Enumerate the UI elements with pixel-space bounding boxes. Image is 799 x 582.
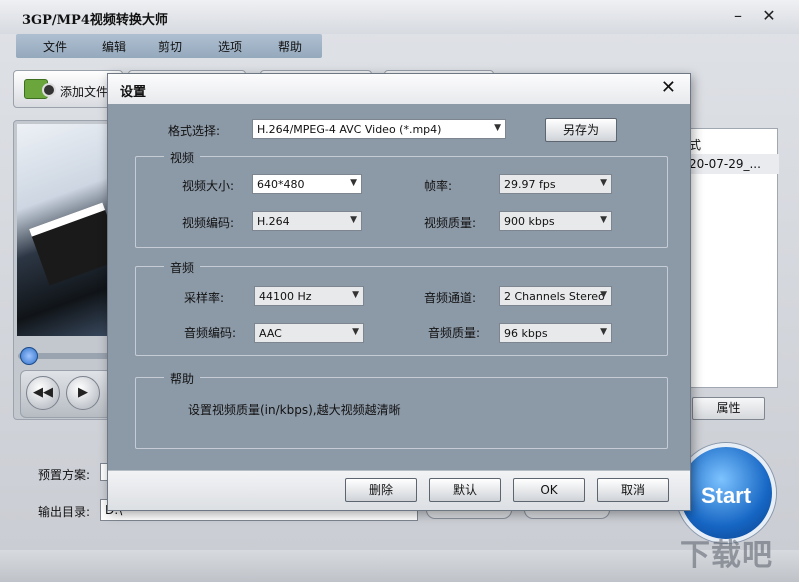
video-group: 视频 [135, 149, 668, 248]
audio-quality-value: 96 kbps [504, 327, 548, 340]
chevron-down-icon: ▼ [352, 290, 359, 300]
video-size-select[interactable]: 640*480 ▼ [252, 174, 362, 194]
dialog-title: 设置 [120, 85, 147, 100]
dialog-close-icon[interactable]: ✕ [661, 78, 676, 98]
watermark: 下载吧 [680, 538, 773, 573]
video-codec-value: H.264 [257, 215, 290, 228]
minimize-button[interactable]: – [728, 6, 748, 26]
seek-slider-thumb[interactable] [20, 347, 38, 365]
video-size-label: 视频大小: [182, 179, 235, 193]
format-label: 格式选择: [168, 124, 221, 138]
menu-file[interactable]: 文件 [43, 38, 67, 55]
start-button[interactable]: Start [676, 443, 776, 543]
audio-quality-label: 音频质量: [428, 326, 481, 340]
delete-button[interactable]: 删除 [345, 478, 417, 502]
video-quality-label: 视频质量: [424, 216, 477, 230]
audio-codec-value: AAC [259, 327, 282, 340]
cancel-button[interactable]: 取消 [597, 478, 669, 502]
video-quality-select[interactable]: 900 kbps ▼ [499, 211, 612, 231]
video-quality-value: 900 kbps [504, 215, 555, 228]
samplerate-label: 采样率: [184, 291, 225, 305]
menu-help[interactable]: 帮助 [278, 38, 302, 55]
video-size-value: 640*480 [257, 178, 305, 191]
chevron-down-icon: ▼ [352, 327, 359, 337]
help-text: 设置视频质量(in/kbps),越大视频越清晰 [188, 403, 401, 417]
app-title: 3GP/MP4视频转换大师 [22, 13, 168, 28]
format-value: H.264/MPEG-4 AVC Video (*.mp4) [257, 123, 442, 136]
samplerate-value: 44100 Hz [259, 290, 312, 303]
audio-codec-select[interactable]: AAC ▼ [254, 323, 364, 343]
properties-button[interactable]: 属性 [692, 397, 765, 420]
menu-bar: 文件 编辑 剪切 选项 帮助 [16, 34, 322, 58]
channels-select[interactable]: 2 Channels Stereo ▼ [499, 286, 612, 306]
dialog-footer: 删除 默认 OK 取消 [108, 470, 690, 510]
close-button[interactable]: ✕ [759, 6, 779, 26]
format-select[interactable]: H.264/MPEG-4 AVC Video (*.mp4) ▼ [252, 119, 506, 139]
start-label: Start [700, 483, 752, 508]
default-button[interactable]: 默认 [429, 478, 501, 502]
title-bar: 3GP/MP4视频转换大师 – ✕ [0, 0, 799, 34]
video-group-title: 视频 [164, 149, 201, 166]
audio-quality-select[interactable]: 96 kbps ▼ [499, 323, 612, 343]
help-group-title: 帮助 [164, 370, 201, 387]
menu-cut[interactable]: 剪切 [158, 38, 182, 55]
fps-select[interactable]: 29.97 fps ▼ [499, 174, 612, 194]
save-as-button[interactable]: 另存为 [545, 118, 617, 142]
chevron-down-icon: ▼ [494, 123, 501, 133]
audio-codec-label: 音频编码: [184, 326, 237, 340]
chevron-down-icon: ▼ [600, 327, 607, 337]
output-label: 输出目录: [38, 505, 91, 519]
channels-value: 2 Channels Stereo [504, 290, 605, 303]
video-codec-label: 视频编码: [182, 216, 235, 230]
chevron-down-icon: ▼ [600, 178, 607, 188]
add-file-label: 添加文件 [60, 85, 109, 99]
dialog-title-bar: 设置 ✕ [108, 74, 690, 104]
chevron-down-icon: ▼ [600, 215, 607, 225]
video-codec-select[interactable]: H.264 ▼ [252, 211, 362, 231]
settings-dialog: 设置 ✕ 格式选择: H.264/MPEG-4 AVC Video (*.mp4… [107, 73, 691, 511]
ok-button[interactable]: OK [513, 478, 585, 502]
fps-value: 29.97 fps [504, 178, 556, 191]
fps-label: 帧率: [424, 179, 453, 193]
menu-edit[interactable]: 编辑 [102, 38, 126, 55]
chevron-down-icon: ▼ [350, 215, 357, 225]
channels-label: 音频通道: [424, 291, 477, 305]
file-list-cell[interactable]: 20-07-29_... [689, 157, 761, 171]
chevron-down-icon: ▼ [600, 290, 607, 300]
menu-options[interactable]: 选项 [218, 38, 242, 55]
video-preview [17, 124, 123, 336]
audio-group-title: 音频 [164, 259, 201, 276]
chevron-down-icon: ▼ [350, 178, 357, 188]
rewind-icon[interactable]: ◀◀ [26, 376, 60, 410]
preset-label: 预置方案: [38, 468, 91, 482]
samplerate-select[interactable]: 44100 Hz ▼ [254, 286, 364, 306]
play-icon[interactable]: ▶ [66, 376, 100, 410]
film-reel-icon [42, 83, 56, 97]
